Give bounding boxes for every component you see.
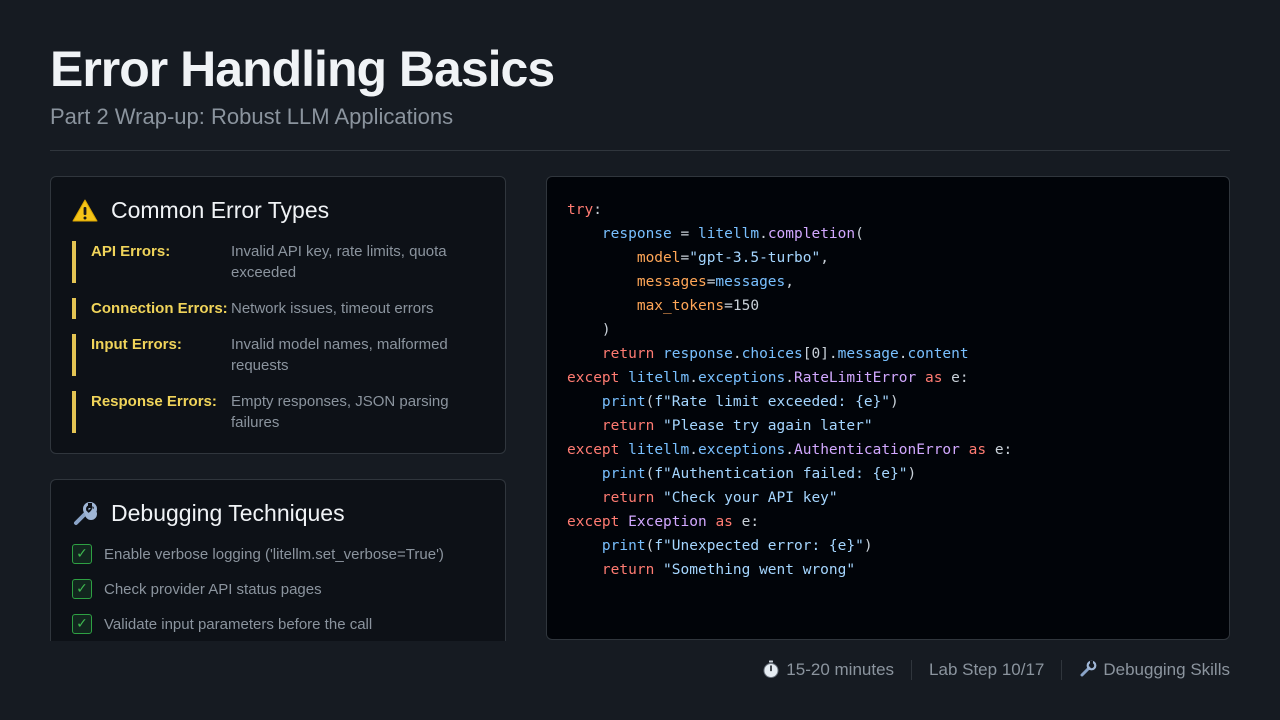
error-item-name: Input Errors: [91, 336, 182, 353]
error-types-heading: Common Error Types [72, 197, 329, 224]
wrench-icon [1079, 660, 1097, 678]
checklist-item: ✓ Enable verbose logging ('litellm.set_v… [72, 544, 444, 564]
error-item: Input Errors: Invalid model names, malfo… [72, 334, 482, 376]
code-line: return response.choices[0].message.conte… [601, 346, 969, 362]
code-line: print(f"Unexpected error: {e}") [601, 538, 873, 554]
code-line: messages=messages, [636, 274, 794, 290]
error-item: API Errors: Invalid API key, rate limits… [72, 241, 482, 283]
checkmark-icon: ✓ [72, 544, 92, 564]
code-line: return "Something went wrong" [601, 562, 856, 578]
code-line: except Exception as e: [567, 514, 760, 530]
error-item-name: API Errors: [91, 243, 171, 260]
header-divider [50, 150, 1230, 151]
page-title: Error Handling Basics [50, 41, 555, 97]
error-item-name: Response Errors: [91, 393, 217, 410]
error-item-desc: Invalid API key, rate limits, quota exce… [231, 243, 447, 281]
code-line: print(f"Rate limit exceeded: {e}") [601, 394, 899, 410]
error-item-desc: Empty responses, JSON parsing failures [231, 393, 449, 431]
code-line: print(f"Authentication failed: {e}") [601, 466, 917, 482]
checklist-item-label: Validate input parameters before the cal… [104, 615, 373, 633]
checklist-item-label: Enable verbose logging ('litellm.set_ver… [104, 545, 444, 563]
duration-text: 15-20 minutes [786, 660, 895, 679]
debugging-card: Debugging Techniques ✓ Enable verbose lo… [50, 479, 506, 641]
error-item: Connection Errors: Network issues, timeo… [72, 298, 482, 319]
error-types-title: Common Error Types [111, 197, 330, 223]
page-subtitle: Part 2 Wrap-up: Robust LLM Applications [50, 104, 454, 129]
code-line: ) [567, 322, 611, 338]
code-line: return "Check your API key" [601, 490, 838, 506]
code-line: try: [567, 202, 602, 218]
skill-text: Debugging Skills [1103, 660, 1230, 679]
code-line: except litellm.exceptions.RateLimitError… [567, 370, 969, 386]
footer: 15-20 minutes Lab Step 10/17 Debugging S… [762, 660, 1230, 680]
wrench-icon [72, 501, 98, 527]
lab-step-text: Lab Step 10/17 [929, 660, 1045, 679]
error-item-name: Connection Errors: [91, 300, 228, 317]
checklist-item-label: Check provider API status pages [104, 580, 322, 598]
code-lines: try: response = litellm.completion( mode… [567, 198, 1209, 582]
checklist-item: ✓ Check provider API status pages [72, 579, 322, 599]
footer-separator [1061, 660, 1063, 680]
code-line: except litellm.exceptions.Authentication… [567, 442, 1013, 458]
error-item-desc: Network issues, timeout errors [231, 300, 434, 317]
code-line: return "Please try again later" [601, 418, 873, 434]
debugging-heading: Debugging Techniques [72, 500, 345, 527]
error-types-card: Common Error Types API Errors: Invalid A… [50, 176, 506, 454]
error-item-desc: Invalid model names, malformed requests [231, 336, 448, 374]
checklist-item: ✓ Validate input parameters before the c… [72, 614, 372, 634]
warning-icon [72, 198, 98, 224]
checkmark-icon: ✓ [72, 579, 92, 599]
code-block: try: response = litellm.completion( mode… [546, 176, 1230, 640]
checkmark-icon: ✓ [72, 614, 92, 634]
code-line: response = litellm.completion( [601, 226, 864, 242]
skill-meta: Debugging Skills [1079, 660, 1230, 680]
footer-separator [911, 660, 913, 680]
duration-meta: 15-20 minutes [762, 660, 894, 680]
code-line: model="gpt-3.5-turbo", [636, 250, 829, 266]
debugging-title: Debugging Techniques [111, 500, 345, 526]
error-item: Response Errors: Empty responses, JSON p… [72, 391, 482, 433]
code-line: max_tokens=150 [636, 298, 760, 314]
stopwatch-icon [762, 660, 780, 678]
